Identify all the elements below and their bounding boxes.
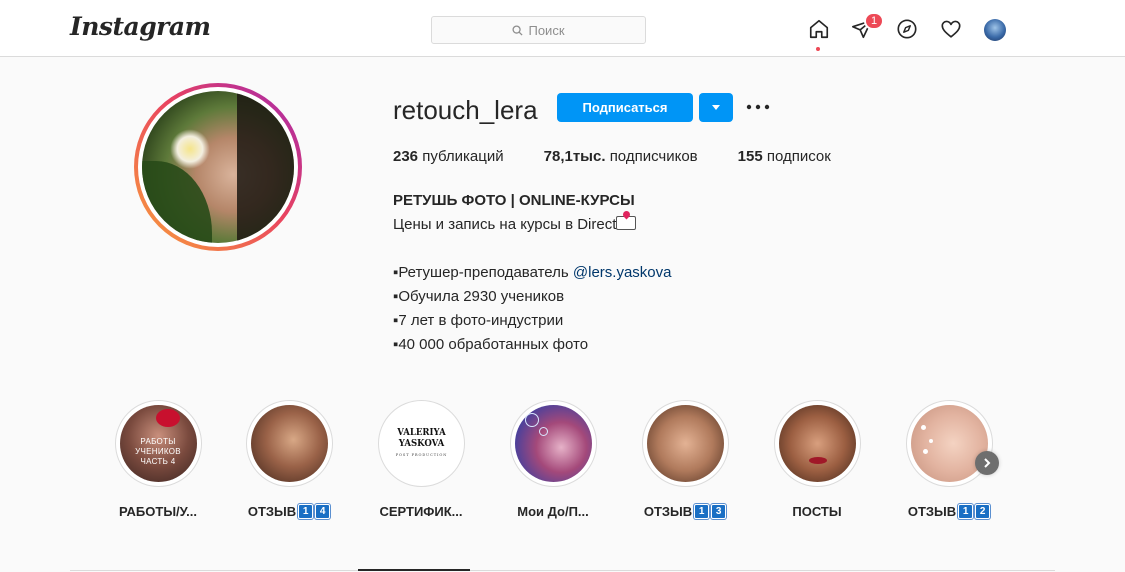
home-icon[interactable] [807,17,831,41]
more-options-button[interactable] [745,96,771,118]
love-letter-icon [616,216,637,230]
top-navigation-bar: Instagram Поиск 1 [0,0,1125,57]
highlight-cover-text: РАБОТЫ УЧЕНИКОВ ЧАСТЬ 4 [135,437,181,466]
active-tab-indicator [358,569,470,571]
highlight-cover: РАБОТЫ УЧЕНИКОВ ЧАСТЬ 4 [119,405,197,482]
bio-line: Цены и запись на курсы в Direct [393,213,893,237]
user-avatar[interactable] [984,19,1006,41]
highlight-cover [778,405,856,482]
bio-line: ▪Ретушер-преподаватель @lers.yaskova [393,264,672,281]
follow-button[interactable]: Подписаться [557,93,693,122]
posts-label: публикаций [422,148,504,165]
caret-down-icon [712,105,720,110]
profile-stats: 236 публикаций 78,1тыс. подписчиков 155 … [393,148,871,165]
search-placeholder: Поиск [528,22,565,38]
highlight-cover [910,405,988,482]
followers-count: 78,1тыс. [543,148,606,165]
highlight-item[interactable]: ПОСТЫ [767,400,867,520]
chevron-right-icon [984,458,991,468]
highlight-label: Мои До/П... [517,503,589,519]
profile-photo [142,91,294,243]
number-badge: 2 [975,503,991,519]
ellipsis-icon [746,104,770,110]
followers-label: подписчиков [609,148,698,165]
messages-count-badge: 1 [864,12,885,30]
highlight-cover [646,405,724,482]
bio-line: ▪40 000 обработанных фото [393,336,589,353]
number-badge: 3 [711,503,727,519]
posts-count: 236 [393,148,419,165]
story-highlights: РАБОТЫ УЧЕНИКОВ ЧАСТЬ 4 РАБОТЫ/У... ОТЗЫ… [0,400,1125,525]
bio-mention-link[interactable]: @lers.yaskova [573,264,672,281]
number-badge: 1 [694,503,710,519]
profile-full-name: РЕТУШЬ ФОТО | ONLINE-КУРСЫ [393,192,635,209]
profile-bio: РЕТУШЬ ФОТО | ONLINE-КУРСЫ Цены и запись… [393,189,893,357]
number-badge: 1 [298,503,314,519]
highlight-label: СЕРТИФИК... [379,503,463,519]
search-icon [512,24,524,36]
followers-stat[interactable]: 78,1тыс. подписчиков [544,148,698,165]
instagram-logo[interactable]: Instagram [70,12,211,41]
tabs-divider [70,570,1055,571]
number-badge: 1 [958,503,974,519]
highlight-cover [250,405,328,482]
highlight-label: ОТЗЫВ [643,503,693,519]
highlight-item[interactable]: VALERIYA YASKOVA POST PRODUCTION СЕРТИФИ… [371,400,471,520]
highlight-label: ОТЗЫВ [247,503,297,519]
profile-avatar[interactable] [134,83,302,251]
highlight-item[interactable]: ОТЗЫВ 1 3 [635,400,735,520]
following-label: подписок [766,148,831,165]
highlight-label: ПОСТЫ [792,503,842,519]
highlights-next-button[interactable] [975,451,999,475]
heart-activity-icon[interactable] [939,17,963,41]
home-active-dot [816,47,820,51]
explore-compass-icon[interactable] [895,17,919,41]
cover-title: VALERIYA YASKOVA [396,427,446,449]
highlight-item[interactable]: РАБОТЫ УЧЕНИКОВ ЧАСТЬ 4 РАБОТЫ/У... [108,400,208,520]
following-stat[interactable]: 155 подписок [738,148,831,165]
highlight-label: РАБОТЫ/У... [119,503,197,519]
highlight-item[interactable]: Мои До/П... [503,400,603,520]
highlight-item[interactable]: ОТЗЫВ 1 4 [239,400,339,520]
highlight-label: ОТЗЫВ [907,503,957,519]
posts-stat: 236 публикаций [393,148,504,165]
bio-line: ▪Обучила 2930 учеников [393,288,565,305]
cover-subtitle: POST PRODUCTION [395,452,447,457]
bio-line: ▪7 лет в фото-индустрии [393,312,564,329]
highlight-cover: VALERIYA YASKOVA POST PRODUCTION [382,405,460,482]
profile-username: retouch_lera [393,95,538,125]
following-count: 155 [737,148,763,165]
highlight-cover [514,405,592,482]
suggestions-dropdown-button[interactable] [699,93,733,122]
number-badge: 4 [315,503,331,519]
search-input[interactable]: Поиск [431,16,646,44]
